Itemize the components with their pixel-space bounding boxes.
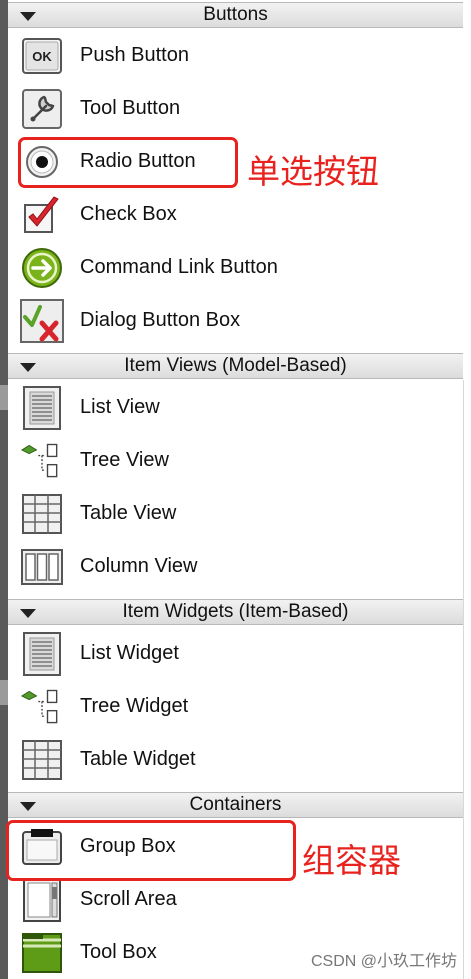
widget-label: Table View: [80, 502, 177, 524]
widget-item-push-button[interactable]: OK Push Button: [8, 29, 463, 82]
widget-item-list-widget[interactable]: List Widget: [8, 627, 463, 680]
widget-label: List Widget: [80, 642, 179, 664]
collapse-arrow-icon[interactable]: [20, 12, 36, 21]
radio-button-highlight-box: [18, 137, 238, 188]
group-box-highlight-box: [6, 820, 296, 881]
tree-widget-icon: [20, 685, 64, 729]
widget-label: Check Box: [80, 203, 177, 225]
widget-label: Tool Box: [80, 941, 157, 963]
widget-label: Table Widget: [80, 748, 196, 770]
widget-item-check-box[interactable]: Check Box: [8, 188, 463, 241]
category-header-item-views[interactable]: Item Views (Model-Based): [8, 353, 463, 379]
collapse-arrow-icon[interactable]: [20, 363, 36, 372]
widget-item-list-view[interactable]: List View: [8, 381, 463, 434]
push-button-icon: OK: [20, 34, 64, 78]
widget-label: Tree Widget: [80, 695, 189, 717]
command-link-icon: [20, 246, 64, 290]
widget-item-tree-view[interactable]: Tree View: [8, 434, 463, 487]
edge-notch: [0, 680, 8, 705]
dialog-button-box-icon: [20, 298, 64, 343]
widget-item-table-widget[interactable]: Table Widget: [8, 733, 463, 786]
widget-label: Dialog Button Box: [80, 309, 241, 331]
scroll-area-icon: [20, 877, 64, 922]
widget-item-tool-button[interactable]: Tool Button: [8, 82, 463, 135]
widget-label: Column View: [80, 555, 198, 577]
table-widget-icon: [20, 738, 64, 782]
category-title: Containers: [189, 794, 282, 815]
widget-label: Tool Button: [80, 97, 181, 119]
widget-item-tree-widget[interactable]: Tree Widget: [8, 680, 463, 733]
category-header-buttons[interactable]: Buttons: [8, 2, 463, 28]
category-header-containers[interactable]: Containers: [8, 792, 463, 818]
category-title: Buttons: [203, 4, 268, 25]
list-view-icon: [20, 385, 64, 430]
group-box-annotation: 组容器: [302, 841, 401, 880]
tool-box-icon: [20, 931, 64, 975]
widget-label: Tree View: [80, 449, 169, 471]
tool-button-icon: [20, 87, 64, 131]
svg-text:OK: OK: [32, 49, 52, 64]
right-scroll-edge: [463, 0, 471, 979]
category-title: Item Views (Model-Based): [124, 355, 347, 376]
widget-label: Scroll Area: [80, 888, 177, 910]
list-widget-icon: [20, 631, 64, 676]
table-view-icon: [20, 492, 64, 536]
widget-item-table-view[interactable]: Table View: [8, 487, 463, 540]
radio-button-annotation: 单选按钮: [247, 152, 379, 191]
collapse-arrow-icon[interactable]: [20, 802, 36, 811]
category-header-item-widgets[interactable]: Item Widgets (Item-Based): [8, 599, 463, 625]
edge-notch: [0, 385, 8, 410]
widget-label: List View: [80, 396, 160, 418]
check-box-icon: [20, 193, 64, 237]
widget-item-column-view[interactable]: Column View: [8, 540, 463, 593]
watermark: CSDN @小玖工作坊: [310, 953, 457, 970]
widget-label: Push Button: [80, 44, 189, 66]
widget-item-dialog-button-box[interactable]: Dialog Button Box: [8, 294, 463, 347]
widget-label: Command Link Button: [80, 256, 278, 278]
widget-item-command-link-button[interactable]: Command Link Button: [8, 241, 463, 294]
column-view-icon: [20, 545, 64, 589]
category-title: Item Widgets (Item-Based): [122, 601, 349, 622]
collapse-arrow-icon[interactable]: [20, 609, 36, 618]
tree-view-icon: [20, 439, 64, 483]
